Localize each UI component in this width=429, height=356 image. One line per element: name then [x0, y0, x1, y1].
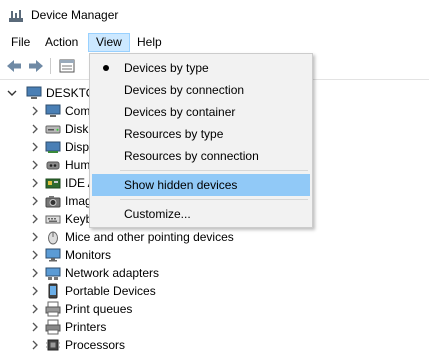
- tree-item[interactable]: Network adapters: [0, 264, 429, 282]
- processor-icon: [46, 339, 60, 351]
- tree-item-label: Network adapters: [65, 266, 160, 280]
- forward-arrow-icon[interactable]: [26, 57, 46, 75]
- menu-separator: [120, 199, 308, 200]
- tree-item-label: Hum: [65, 158, 91, 172]
- chevron-right-icon[interactable]: [30, 322, 40, 332]
- chevron-right-icon[interactable]: [30, 178, 40, 188]
- menu-file[interactable]: File: [4, 33, 37, 52]
- tree-item[interactable]: Processors: [0, 336, 429, 354]
- network-adapter-icon: [45, 267, 61, 280]
- tree-item-label: Com: [65, 104, 91, 118]
- menu-help[interactable]: Help: [130, 33, 169, 52]
- menu-option-label: Show hidden devices: [124, 178, 238, 192]
- mouse-icon: [48, 231, 58, 245]
- tree-item[interactable]: Mice and other pointing devices: [0, 228, 429, 246]
- printer-icon: [45, 319, 61, 335]
- menu-option-customize[interactable]: Customize...: [92, 203, 310, 225]
- tree-item-label: Imag: [65, 194, 92, 208]
- tree-item-label: Mice and other pointing devices: [65, 230, 234, 244]
- menu-view[interactable]: View: [88, 33, 130, 52]
- tree-item-label: Processors: [65, 338, 126, 352]
- computer-icon: [26, 86, 42, 99]
- tree-item-label: Printers: [65, 320, 107, 334]
- selected-bullet-icon: [103, 65, 109, 71]
- menu-option-label: Resources by connection: [124, 149, 259, 163]
- menu-option-label: Devices by type: [124, 61, 209, 75]
- menu-option-devices-by-type[interactable]: Devices by type: [92, 57, 310, 79]
- ide-controller-icon: [45, 178, 61, 189]
- chevron-down-icon[interactable]: [7, 88, 17, 98]
- menu-bar: File Action View Help: [0, 31, 429, 53]
- chevron-right-icon[interactable]: [30, 124, 40, 134]
- tree-item-label: Monitors: [65, 248, 112, 262]
- keyboard-icon: [45, 215, 61, 224]
- tree-item-label: Disp: [65, 140, 90, 154]
- computer-icon: [45, 104, 61, 117]
- menu-option-devices-by-container[interactable]: Devices by container: [92, 101, 310, 123]
- portable-device-icon: [48, 283, 58, 299]
- menu-option-label: Devices by container: [124, 105, 236, 119]
- menu-option-show-hidden-devices[interactable]: Show hidden devices: [92, 174, 310, 196]
- monitor-icon: [45, 248, 61, 262]
- human-interface-icon: [46, 161, 60, 170]
- chevron-right-icon[interactable]: [30, 160, 40, 170]
- menu-option-label: Devices by connection: [124, 83, 245, 97]
- tree-item-label: Disk: [65, 122, 89, 136]
- menu-action[interactable]: Action: [38, 33, 85, 52]
- menu-separator: [120, 170, 308, 171]
- menu-option-devices-by-connection[interactable]: Devices by connection: [92, 79, 310, 101]
- back-arrow-icon[interactable]: [4, 57, 24, 75]
- toolbar-separator: [50, 58, 51, 74]
- window-title: Device Manager: [31, 8, 119, 22]
- properties-icon[interactable]: [57, 57, 77, 75]
- chevron-right-icon[interactable]: [30, 340, 40, 350]
- tree-item-label: Portable Devices: [65, 284, 156, 298]
- tree-item[interactable]: Monitors: [0, 246, 429, 264]
- display-adapter-icon: [45, 141, 61, 153]
- chevron-right-icon[interactable]: [30, 142, 40, 152]
- tree-item[interactable]: Portable Devices: [0, 282, 429, 300]
- tree-item-label: Print queues: [65, 302, 133, 316]
- chevron-right-icon[interactable]: [30, 214, 40, 224]
- chevron-right-icon[interactable]: [30, 106, 40, 116]
- disk-drive-icon: [45, 125, 61, 134]
- menu-option-label: Resources by type: [124, 127, 224, 141]
- menu-option-resources-by-type[interactable]: Resources by type: [92, 123, 310, 145]
- imaging-device-icon: [45, 196, 61, 208]
- device-manager-icon: [9, 10, 23, 22]
- chevron-right-icon[interactable]: [30, 250, 40, 260]
- chevron-right-icon[interactable]: [30, 304, 40, 314]
- chevron-right-icon[interactable]: [30, 196, 40, 206]
- chevron-right-icon[interactable]: [30, 286, 40, 296]
- chevron-right-icon[interactable]: [30, 268, 40, 278]
- menu-option-label: Customize...: [124, 207, 191, 221]
- tree-item[interactable]: Print queues: [0, 300, 429, 318]
- print-queue-icon: [45, 301, 61, 317]
- title-bar: Device Manager: [0, 0, 429, 31]
- tree-root-label: DESKTO: [46, 86, 96, 100]
- view-menu-dropdown: Devices by type Devices by connection De…: [89, 53, 313, 228]
- menu-option-resources-by-connection[interactable]: Resources by connection: [92, 145, 310, 167]
- chevron-right-icon[interactable]: [30, 232, 40, 242]
- tree-item[interactable]: Printers: [0, 318, 429, 336]
